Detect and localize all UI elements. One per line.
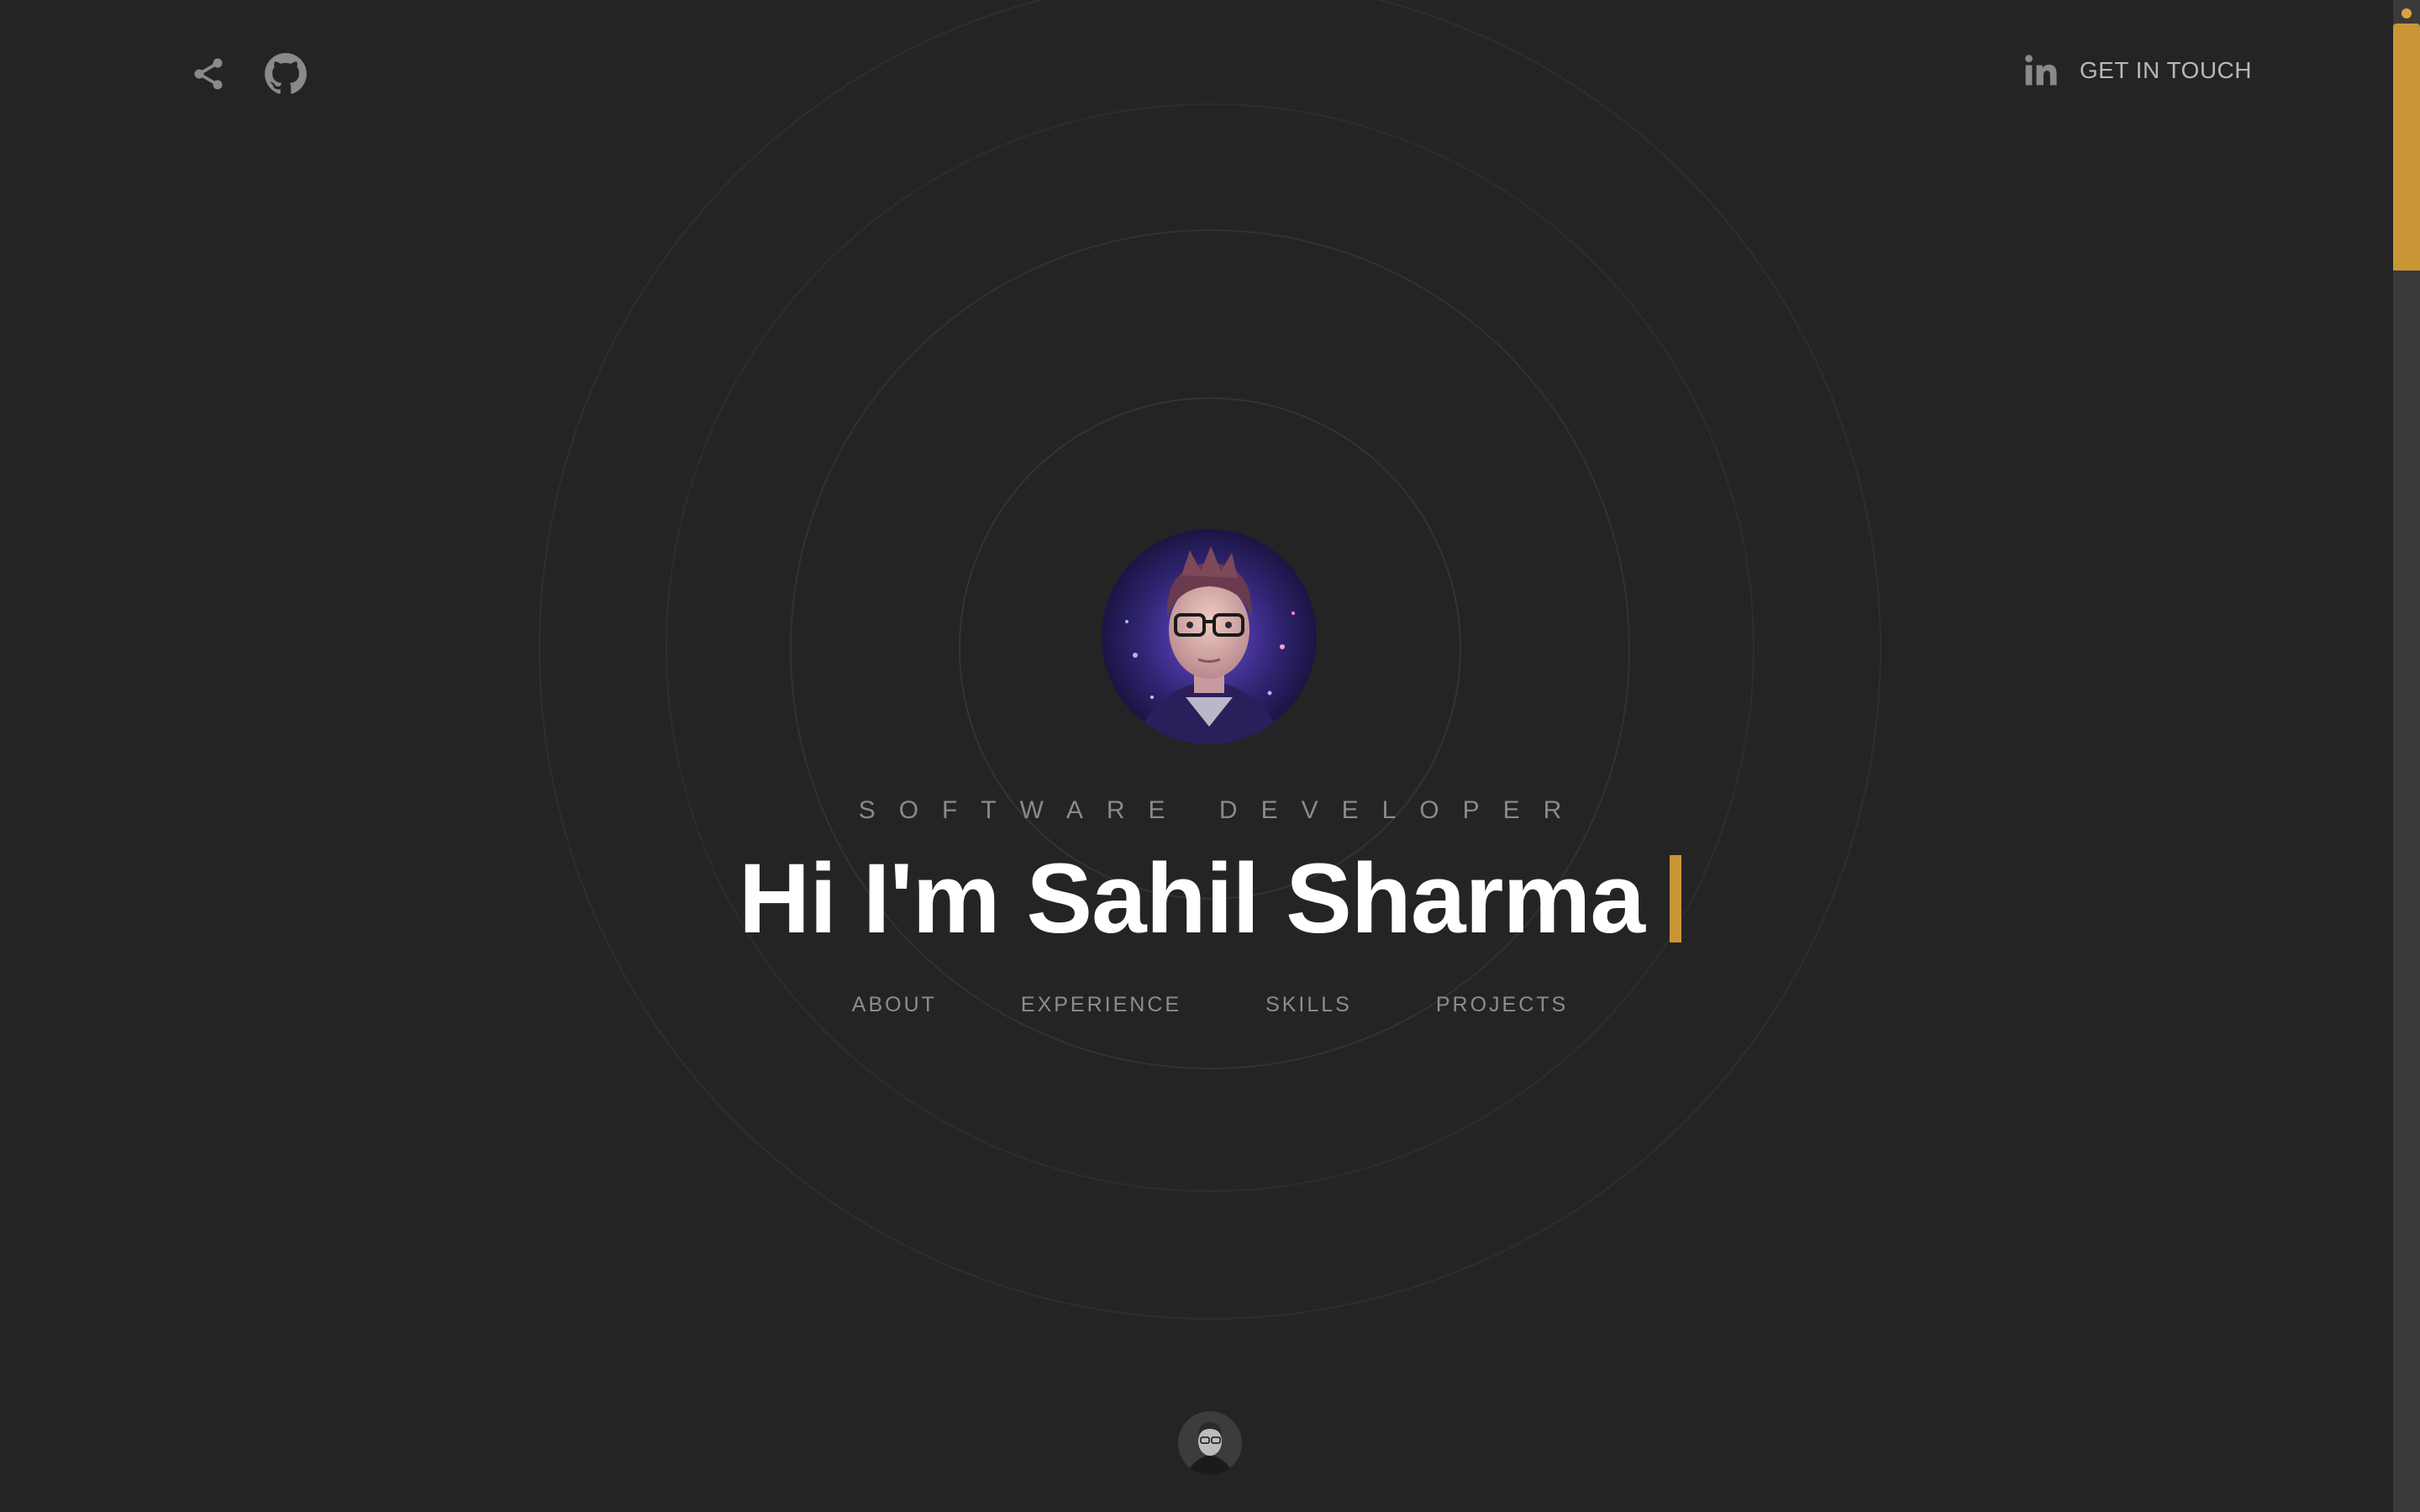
nav-item-about[interactable]: ABOUT [852, 993, 937, 1017]
get-in-touch-link[interactable]: GET IN TOUCH [2080, 57, 2252, 84]
scroll-avatar-button[interactable] [1178, 1411, 1242, 1475]
nav-item-experience[interactable]: EXPERIENCE [1021, 993, 1181, 1017]
typing-cursor [1669, 855, 1681, 942]
scrollbar-thumb[interactable] [2393, 24, 2420, 270]
section-nav: ABOUT EXPERIENCE SKILLS PROJECTS [0, 993, 2420, 1017]
role-subtitle: SOFTWARE DEVELOPER [858, 796, 1586, 824]
nav-item-skills[interactable]: SKILLS [1265, 993, 1352, 1017]
nav-item-projects[interactable]: PROJECTS [1436, 993, 1568, 1017]
scrollbar-track[interactable] [2393, 0, 2420, 1512]
scroll-indicator-dot [2402, 8, 2412, 18]
linkedin-icon[interactable] [2023, 52, 2060, 89]
share-icon[interactable] [190, 55, 227, 92]
hero-title-text: Hi I'm Sahil Sharma [739, 843, 1645, 954]
github-icon[interactable] [264, 52, 308, 96]
header-contact: GET IN TOUCH [2023, 52, 2252, 89]
avatar [1102, 529, 1317, 744]
hero-title: Hi I'm Sahil Sharma [0, 840, 2420, 958]
page: GET IN TOUCH SOFTWARE DEVELOPER Hi I'm S… [0, 0, 2420, 1512]
header-social-links [190, 52, 308, 96]
